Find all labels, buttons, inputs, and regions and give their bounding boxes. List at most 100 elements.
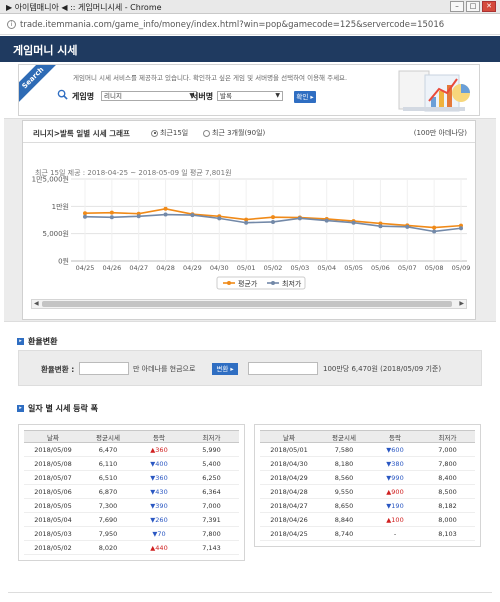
daily-table-right: 날짜 평균시세 등락 최저가 2018/05/01 7,580 ▼600 7,000 2… — [260, 430, 475, 541]
table-row: 2018/05/02 8,020 ▲440 7,143 — [24, 540, 239, 555]
data-point — [432, 225, 437, 230]
x-tick-label: 05/04 — [317, 264, 336, 272]
x-tick-label: 04/28 — [156, 264, 175, 272]
scroll-right-icon[interactable]: ▶ — [459, 300, 464, 308]
daily-table-right-panel: 날짜 평균시세 등락 최저가 2018/05/01 7,580 ▼600 7,000 2… — [254, 424, 481, 547]
legend-label: 최저가 — [282, 279, 302, 288]
x-tick-label: 04/29 — [183, 264, 202, 272]
conversion-title-text: 환율변환 — [28, 337, 58, 346]
graph-title: 리니지>발록 일별 시세 그래프 — [33, 129, 130, 138]
x-tick-label: 05/02 — [264, 264, 283, 272]
cell-date: 2018/04/30 — [260, 456, 318, 471]
cell-avg: 7,950 — [82, 526, 134, 541]
price-line-chart: 1만5,000원 1만원 5,000원 0원 04/25 04/26 04/27 04/28 0… — [32, 175, 470, 290]
cell-avg: 7,300 — [82, 498, 134, 513]
cell-change: ▲100 — [370, 512, 420, 527]
convert-button[interactable]: 변환 ▸ — [212, 363, 238, 375]
table-row: 2018/05/09 6,470 ▲360 5,990 — [24, 442, 239, 457]
col-min: 최저가 — [420, 430, 475, 443]
conversion-input-suffix: 만 아데나를 현금으로 — [133, 365, 196, 373]
cell-date: 2018/05/08 — [24, 456, 82, 471]
cell-avg: 8,020 — [82, 540, 134, 555]
data-point — [136, 214, 141, 219]
table-row: 2018/04/30 8,180 ▼380 7,800 — [260, 456, 475, 471]
section-marker-icon: ▸ — [17, 338, 24, 345]
window-title: ▶ 아이템매니아 ◀ :: 게임머니시세 - Chrome — [6, 3, 162, 12]
address-url[interactable]: trade.itemmania.com/game_info/money/inde… — [20, 20, 444, 30]
data-point — [109, 215, 114, 220]
cell-avg: 9,550 — [318, 484, 370, 499]
cell-change: ▼390 — [134, 498, 184, 513]
confirm-button[interactable]: 확인 ▸ — [294, 91, 316, 103]
x-tick-label: 05/03 — [290, 264, 309, 272]
info-icon[interactable]: i — [7, 20, 16, 29]
cell-avg: 6,110 — [82, 456, 134, 471]
x-tick-label: 05/07 — [398, 264, 417, 272]
chart-scrollbar[interactable]: ◀ ▶ — [31, 299, 467, 309]
graph-divider — [23, 142, 475, 143]
y-tick-label: 1만원 — [52, 202, 69, 211]
scroll-left-icon[interactable]: ◀ — [34, 300, 39, 308]
cell-min: 8,182 — [420, 498, 475, 513]
x-tick-label: 05/06 — [371, 264, 390, 272]
window-titlebar: ▶ 아이템매니아 ◀ :: 게임머니시세 - Chrome – □ ✕ — [0, 0, 500, 14]
table-row: 2018/04/26 8,840 ▲100 8,000 — [260, 512, 475, 527]
server-select[interactable]: 발록 ▼ — [217, 91, 283, 101]
cell-change: ▼600 — [370, 442, 420, 457]
col-change: 등락 — [370, 430, 420, 443]
conversion-result-suffix: 100만당 6,470원 (2018/05/09 기준) — [323, 365, 442, 373]
address-bar[interactable]: i trade.itemmania.com/game_info/money/in… — [0, 15, 500, 35]
cell-min: 7,000 — [420, 442, 475, 457]
radio-90days[interactable]: 최근 3개월(90일) — [203, 128, 265, 138]
x-tick-label: 04/25 — [76, 264, 95, 272]
legend-marker — [271, 281, 275, 285]
page-header: 게임머니 시세 — [0, 36, 500, 62]
col-min: 최저가 — [184, 430, 239, 443]
radio-90days-label: 최근 3개월(90일) — [212, 129, 266, 137]
cell-date: 2018/05/01 — [260, 442, 318, 457]
data-point — [432, 229, 437, 234]
cell-change: ▲440 — [134, 540, 184, 555]
cell-min: 7,391 — [184, 512, 239, 527]
cell-avg: 8,180 — [318, 456, 370, 471]
adena-amount-input[interactable] — [79, 362, 129, 375]
game-select[interactable]: 리니지 ▼ — [101, 91, 197, 101]
x-tick-label: 04/26 — [102, 264, 121, 272]
col-date: 날짜 — [24, 430, 82, 443]
cell-avg: 6,870 — [82, 484, 134, 499]
minimize-button[interactable]: – — [450, 1, 464, 12]
data-point — [109, 210, 114, 215]
x-tick-label: 04/27 — [129, 264, 148, 272]
cell-date: 2018/05/05 — [24, 498, 82, 513]
game-label: 게임명 — [72, 92, 95, 101]
table-row: 2018/05/01 7,580 ▼600 7,000 — [260, 442, 475, 457]
cell-min: 7,800 — [420, 456, 475, 471]
chart-illustration-icon — [398, 70, 470, 112]
data-point — [217, 216, 222, 221]
table-row: 2018/04/29 8,560 ▼990 8,400 — [260, 470, 475, 485]
cell-min: 7,000 — [184, 498, 239, 513]
cell-min: 7,800 — [184, 526, 239, 541]
search-icon — [57, 89, 68, 100]
cell-change: ▲360 — [134, 442, 184, 457]
close-button[interactable]: ✕ — [482, 1, 496, 12]
page-title: 게임머니 시세 — [13, 44, 78, 57]
cell-avg: 8,740 — [318, 526, 370, 541]
maximize-button[interactable]: □ — [466, 1, 480, 12]
cell-avg: 8,560 — [318, 470, 370, 485]
conversion-panel: 환율변환 : 만 아데나를 현금으로 변환 ▸ 100만당 6,470원 (20… — [18, 350, 482, 386]
cell-date: 2018/04/28 — [260, 484, 318, 499]
cell-date: 2018/05/03 — [24, 526, 82, 541]
cell-min: 5,400 — [184, 456, 239, 471]
cell-date: 2018/04/26 — [260, 512, 318, 527]
x-tick-label: 05/05 — [344, 264, 363, 272]
graph-unit: (100만 아데나당) — [413, 129, 467, 137]
data-point — [351, 220, 356, 225]
cell-min: 6,364 — [184, 484, 239, 499]
scroll-thumb[interactable] — [42, 301, 452, 307]
data-point — [324, 218, 329, 223]
graph-panel: 리니지>발록 일별 시세 그래프 최근15일 최근 3개월(90일) (100만… — [22, 120, 476, 320]
cell-date: 2018/05/09 — [24, 442, 82, 457]
radio-15days[interactable]: 최근15일 — [151, 128, 188, 138]
table-row: 2018/05/04 7,690 ▼260 7,391 — [24, 512, 239, 527]
